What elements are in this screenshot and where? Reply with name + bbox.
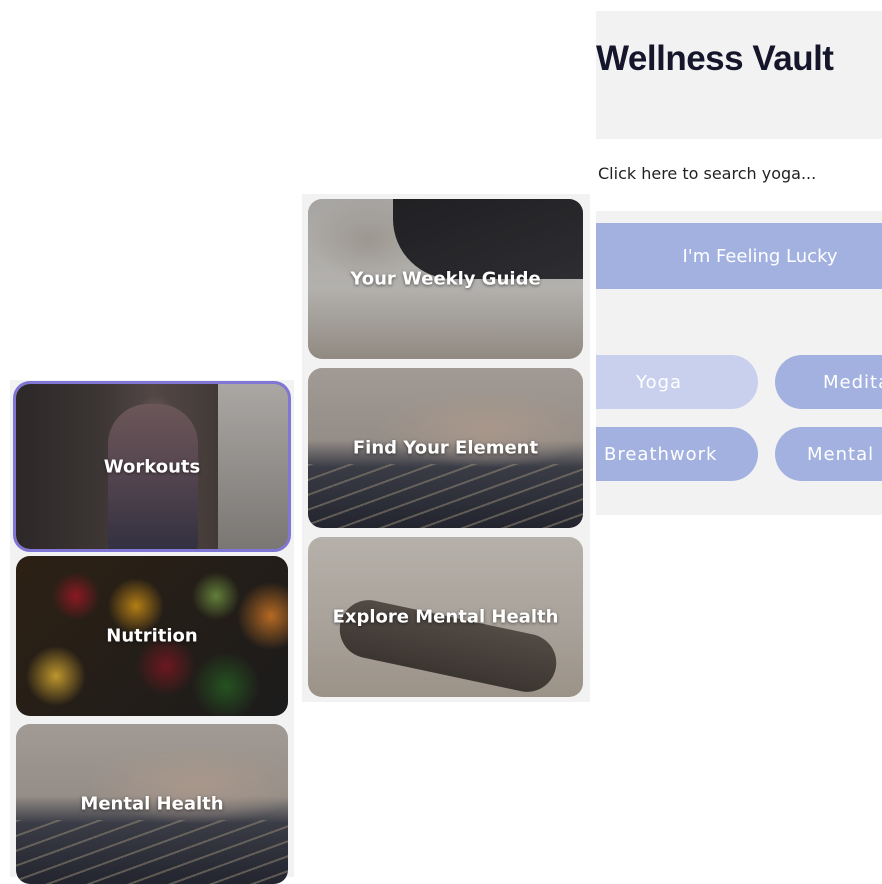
nutrition-label: Nutrition [106, 625, 198, 647]
middle-guide-column: Your Weekly Guide Find Your Element Expl… [302, 194, 590, 702]
chip-yoga-label: Yoga [636, 371, 683, 393]
find-element-tile[interactable]: Find Your Element [308, 368, 583, 528]
mental-health-tile[interactable]: Mental Health [16, 724, 288, 884]
feeling-lucky-button[interactable]: I'm Feeling Lucky [596, 223, 882, 289]
weekly-guide-label: Your Weekly Guide [350, 268, 541, 290]
chip-yoga[interactable]: Yoga [596, 355, 758, 409]
search-input[interactable]: Click here to search yoga... [598, 164, 882, 186]
workouts-label: Workouts [103, 456, 201, 477]
feeling-lucky-label: I'm Feeling Lucky [682, 245, 838, 267]
weekly-guide-tile[interactable]: Your Weekly Guide [308, 199, 583, 359]
workouts-tile[interactable]: Workouts [16, 384, 288, 549]
find-element-label: Find Your Element [352, 437, 539, 459]
mental-health-label: Mental Health [80, 793, 224, 815]
left-category-column: Workouts Nutrition Mental Health [10, 380, 294, 884]
nutrition-tile[interactable]: Nutrition [16, 556, 288, 716]
header-panel: Wellness Vault [596, 11, 882, 139]
chip-meditation-label: Medita [823, 371, 882, 393]
app-title: Wellness Vault [596, 39, 834, 78]
chip-mental-health[interactable]: Mental I [775, 427, 882, 481]
chip-meditation[interactable]: Medita [775, 355, 882, 409]
explore-mental-health-label: Explore Mental Health [332, 606, 559, 628]
quick-actions-panel: I'm Feeling Lucky Yoga Medita Breathwork… [596, 211, 882, 515]
explore-mental-health-tile[interactable]: Explore Mental Health [308, 537, 583, 697]
chip-breathwork-label: Breathwork [604, 443, 718, 465]
chip-mental-health-label: Mental I [807, 443, 882, 465]
chip-breathwork[interactable]: Breathwork [596, 427, 758, 481]
